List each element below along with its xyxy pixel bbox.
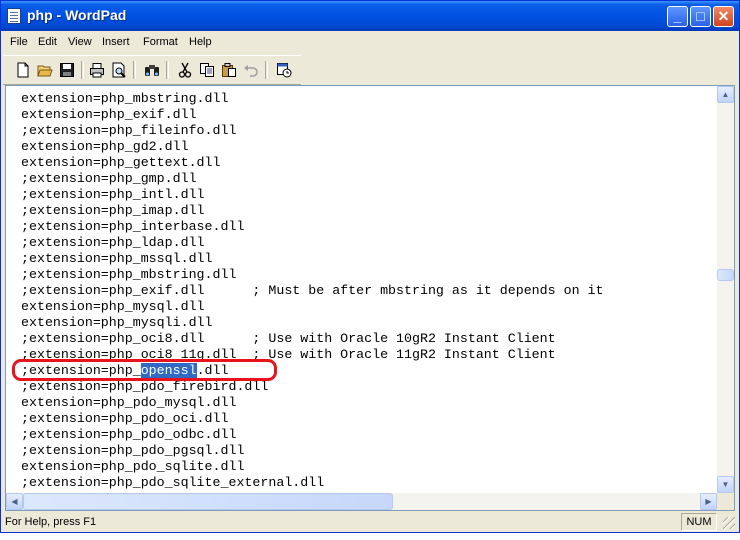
copy-icon[interactable] (199, 62, 215, 78)
undo-icon[interactable] (243, 62, 259, 78)
document-line[interactable]: extension=php_gettext.dll (21, 155, 714, 171)
toolbar-separator (166, 61, 169, 79)
menu-edit[interactable]: Edit (38, 36, 57, 48)
scroll-right-button[interactable]: ▶ (700, 493, 717, 510)
document-line[interactable]: ;extension=php_mssql.dll (21, 251, 714, 267)
document-line[interactable]: ;extension=php_gmp.dll (21, 171, 714, 187)
new-document-icon[interactable] (15, 62, 31, 78)
document-line[interactable]: extension=php_exif.dll (21, 107, 714, 123)
save-icon[interactable] (59, 62, 75, 78)
scrollbar-corner (717, 493, 734, 510)
document-line[interactable]: ;extension=php_interbase.dll (21, 219, 714, 235)
menu-format[interactable]: Format (143, 36, 178, 48)
wordpad-app-icon[interactable] (7, 8, 21, 24)
find-icon[interactable] (144, 62, 160, 78)
menu-help[interactable]: Help (189, 36, 212, 48)
menu-view[interactable]: View (68, 36, 92, 48)
status-bar: For Help, press F1 NUM (1, 512, 739, 532)
cut-icon[interactable] (177, 62, 193, 78)
toolbar-separator (133, 61, 136, 79)
minimize-button[interactable]: _ (667, 6, 688, 27)
document-line[interactable]: ;extension=php_exif.dll ; Must be after … (21, 283, 714, 299)
resize-grip[interactable] (723, 517, 735, 529)
vertical-scroll-thumb[interactable] (717, 269, 734, 282)
vertical-scrollbar[interactable]: ▲ ▼ (717, 86, 734, 493)
document-text[interactable]: extension=php_mbstring.dll extension=php_… (21, 91, 714, 491)
document-line[interactable]: ;extension=php_ldap.dll (21, 235, 714, 251)
document-line[interactable]: ;extension=php_intl.dll (21, 187, 714, 203)
document-line[interactable]: ;extension=php_imap.dll (21, 203, 714, 219)
toolbar-separator (265, 61, 268, 79)
document-line[interactable]: ;extension=php_pdo_sqlite_external.dll (21, 475, 714, 491)
document-line[interactable]: ;extension=php_fileinfo.dll (21, 123, 714, 139)
document-line[interactable]: ;extension=php_mbstring.dll (21, 267, 714, 283)
toolbar-separator (81, 61, 84, 79)
open-folder-icon[interactable] (37, 62, 53, 78)
print-icon[interactable] (89, 62, 105, 78)
document-line[interactable]: extension=php_pdo_sqlite.dll (21, 459, 714, 475)
highlight-annotation (12, 359, 277, 381)
maximize-button[interactable]: □ (690, 6, 711, 27)
window-title: php - WordPad (27, 7, 127, 23)
scroll-up-button[interactable]: ▲ (717, 86, 734, 103)
menu-insert[interactable]: Insert (102, 36, 130, 48)
title-bar[interactable]: php - WordPad _ □ ✕ (1, 1, 739, 31)
date-time-icon[interactable] (276, 62, 292, 78)
wordpad-window: php - WordPad _ □ ✕ File Edit View Inser… (0, 0, 740, 533)
paste-icon[interactable] (221, 62, 237, 78)
print-preview-icon[interactable] (111, 62, 127, 78)
horizontal-scroll-thumb[interactable] (23, 493, 393, 510)
document-line[interactable]: extension=php_gd2.dll (21, 139, 714, 155)
scroll-left-button[interactable]: ◀ (6, 493, 23, 510)
standard-toolbar (3, 55, 301, 85)
menu-file[interactable]: File (10, 36, 28, 48)
document-line[interactable]: ;extension=php_oci8.dll ; Use with Oracl… (21, 331, 714, 347)
menu-bar: File Edit View Insert Format Help (1, 32, 739, 54)
status-help-text: For Help, press F1 (5, 516, 97, 528)
document-line[interactable]: ;extension=php_pdo_pgsql.dll (21, 443, 714, 459)
document-line[interactable]: ;extension=php_pdo_odbc.dll (21, 427, 714, 443)
close-button[interactable]: ✕ (713, 6, 734, 27)
document-line[interactable]: extension=php_pdo_mysql.dll (21, 395, 714, 411)
document-line[interactable]: ;extension=php_pdo_oci.dll (21, 411, 714, 427)
document-line[interactable]: extension=php_mbstring.dll (21, 91, 714, 107)
horizontal-scrollbar[interactable]: ◀ ▶ (6, 493, 717, 510)
document-line[interactable]: extension=php_mysql.dll (21, 299, 714, 315)
document-line[interactable]: extension=php_mysqli.dll (21, 315, 714, 331)
scroll-down-button[interactable]: ▼ (717, 476, 734, 493)
document-editor[interactable]: extension=php_mbstring.dll extension=php_… (5, 85, 735, 511)
num-lock-indicator: NUM (681, 513, 717, 531)
document-line[interactable]: ;extension=php_pdo_firebird.dll (21, 379, 714, 395)
